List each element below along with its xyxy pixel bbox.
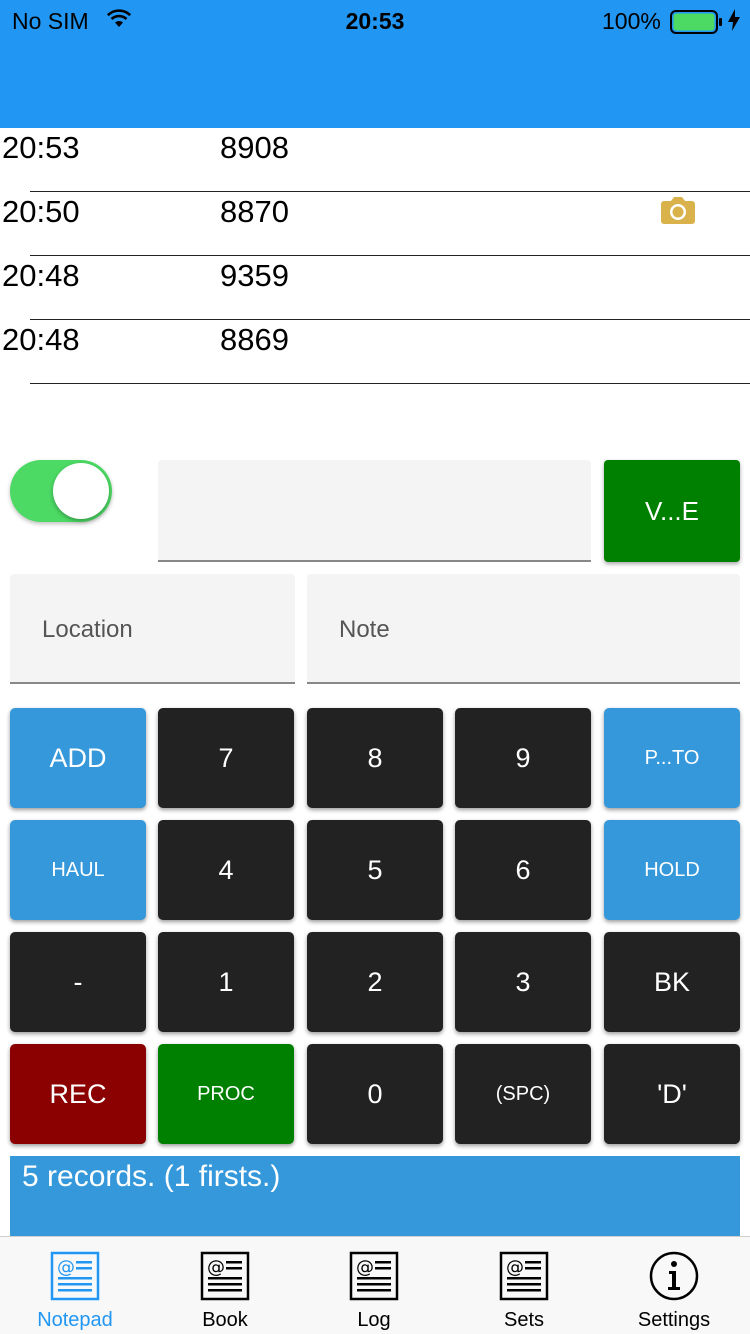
tab-label: Notepad [37, 1309, 113, 1331]
svg-text:@: @ [57, 1257, 75, 1278]
charging-bolt-icon [727, 8, 741, 38]
mode-toggle[interactable] [10, 460, 112, 522]
battery-icon [670, 10, 724, 40]
proc-button[interactable]: PROC [158, 1044, 294, 1144]
key-6[interactable]: 6 [455, 820, 591, 920]
space-key[interactable]: (SPC) [455, 1044, 591, 1144]
photo-button[interactable]: P...TO [604, 708, 740, 808]
tab-notepad[interactable]: @ Notepad [0, 1237, 150, 1334]
status-bar: No SIM 20:53 100% [0, 0, 750, 40]
info-icon [649, 1251, 699, 1301]
key-8[interactable]: 8 [307, 708, 443, 808]
tab-sets[interactable]: @ Sets [449, 1237, 599, 1334]
rec-button[interactable]: REC [10, 1044, 146, 1144]
key-5[interactable]: 5 [307, 820, 443, 920]
key-2[interactable]: 2 [307, 932, 443, 1032]
notepad-icon: @ [50, 1251, 100, 1301]
key-1[interactable]: 1 [158, 932, 294, 1032]
svg-text:@: @ [506, 1257, 524, 1278]
tab-settings[interactable]: Settings [599, 1237, 749, 1334]
record-number: 8908 [220, 130, 289, 165]
record-row[interactable]: 20:53 8908 [0, 128, 750, 192]
record-number: 9359 [220, 258, 289, 293]
tab-label: Sets [503, 1309, 545, 1331]
location-field[interactable]: Location [10, 574, 295, 684]
tab-book[interactable]: @ Book [150, 1237, 300, 1334]
hold-button[interactable]: HOLD [604, 820, 740, 920]
row-divider [30, 383, 750, 384]
haul-button[interactable]: HAUL [10, 820, 146, 920]
d-key[interactable]: 'D' [604, 1044, 740, 1144]
key-4[interactable]: 4 [158, 820, 294, 920]
toggle-knob[interactable] [53, 463, 109, 519]
key-3[interactable]: 3 [455, 932, 591, 1032]
record-row[interactable]: 20:50 8870 [0, 192, 750, 256]
log-icon: @ [349, 1251, 399, 1301]
svg-text:@: @ [207, 1257, 225, 1278]
key-9[interactable]: 9 [455, 708, 591, 808]
svg-text:@: @ [356, 1257, 374, 1278]
tab-label: Log [357, 1309, 391, 1331]
tab-label: Book [202, 1309, 248, 1331]
tab-label: Settings [637, 1309, 711, 1331]
book-icon: @ [200, 1251, 250, 1301]
note-field[interactable]: Note [307, 574, 740, 684]
records-summary: 5 records. (1 firsts.) [10, 1156, 740, 1236]
ve-button[interactable]: V...E [604, 460, 740, 562]
sets-icon: @ [499, 1251, 549, 1301]
key-0[interactable]: 0 [307, 1044, 443, 1144]
record-time: 20:53 [2, 130, 80, 165]
record-time: 20:48 [2, 258, 80, 293]
battery-fill [673, 13, 715, 31]
records-list: 20:53 8908 20:50 8870 20:48 9359 20:48 8… [0, 128, 750, 384]
record-number: 8869 [220, 322, 289, 357]
record-number: 8870 [220, 194, 289, 229]
key-7[interactable]: 7 [158, 708, 294, 808]
camera-icon[interactable] [660, 195, 696, 230]
record-row[interactable]: 20:48 8869 [0, 320, 750, 384]
battery-percent: 100% [602, 8, 661, 34]
record-row[interactable]: 20:48 9359 [0, 256, 750, 320]
backspace-key[interactable]: BK [604, 932, 740, 1032]
app-header: No SIM 20:53 100% [0, 0, 750, 128]
add-button[interactable]: ADD [10, 708, 146, 808]
record-time: 20:50 [2, 194, 80, 229]
tab-log[interactable]: @ Log [299, 1237, 449, 1334]
tab-bar: @ Notepad @ Book @ Log @ Sets Settings [0, 1236, 750, 1334]
number-entry-field[interactable] [158, 460, 591, 562]
record-time: 20:48 [2, 322, 80, 357]
dash-key[interactable]: - [10, 932, 146, 1032]
